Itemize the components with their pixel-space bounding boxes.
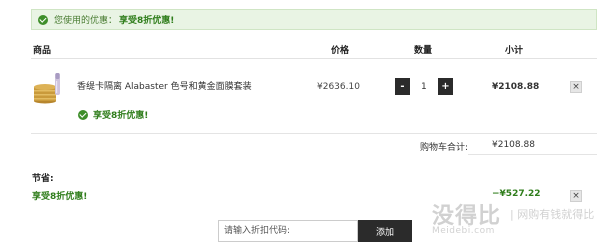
remove-item-button[interactable]: × [570, 81, 582, 93]
coupon-code-input[interactable] [218, 220, 358, 242]
apply-coupon-button[interactable]: 添加 [358, 220, 412, 242]
cart-table-header: 商品 价格 数量 小计 [31, 39, 597, 59]
discount-notice: 您使用的优惠： 享受8折优惠! [31, 9, 597, 30]
quantity-value[interactable]: 1 [421, 82, 427, 92]
quantity-increase-button[interactable]: + [438, 78, 453, 95]
header-quantity: 数量 [414, 46, 433, 56]
savings-discount-name: 享受8折优惠! [32, 192, 88, 202]
item-discount-text: 享受8折优惠! [93, 111, 149, 121]
divider [468, 154, 597, 155]
watermark-domain: Meidebi.com [432, 226, 495, 236]
check-circle-icon [78, 109, 88, 120]
watermark: 没得比 | 网购有钱就得比 Meidebi.com [418, 196, 608, 244]
cart-total-label: 购物车合计: [420, 143, 469, 153]
header-product: 商品 [33, 46, 52, 56]
check-circle-icon [38, 14, 48, 25]
watermark-slogan: | 网购有钱就得比 [510, 208, 595, 221]
header-price: 价格 [331, 46, 350, 56]
savings-title: 节省: [32, 174, 54, 184]
item-discount: 享受8折优惠! [78, 108, 148, 121]
product-image[interactable] [32, 70, 66, 104]
cart-total-value: ¥2108.88 [492, 140, 535, 150]
notice-discount: 享受8折优惠! [119, 16, 175, 26]
item-subtotal: ¥2108.88 [492, 82, 540, 92]
product-price: ¥2636.10 [317, 82, 360, 92]
divider [31, 133, 597, 134]
quantity-decrease-button[interactable]: - [395, 78, 410, 95]
product-title[interactable]: 香缇卡隔离 Alabaster 色号和黄金面膜套装 [77, 79, 252, 92]
header-subtotal: 小计 [505, 46, 524, 56]
notice-text: 您使用的优惠： [54, 16, 118, 26]
